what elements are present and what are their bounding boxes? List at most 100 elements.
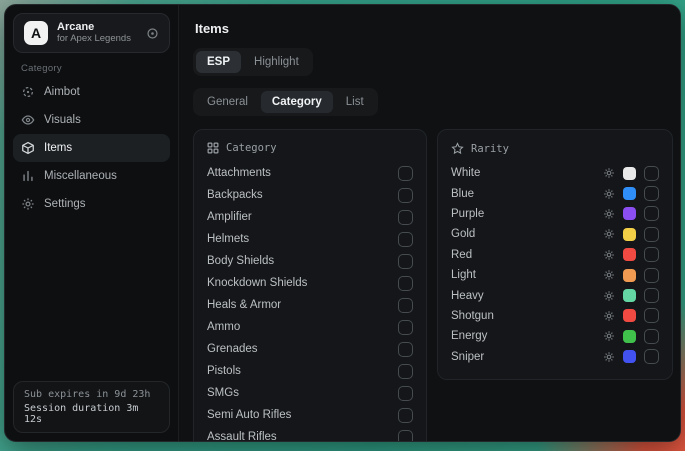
grid-icon: [207, 142, 219, 154]
tab-list[interactable]: List: [335, 91, 375, 113]
color-swatch[interactable]: [623, 269, 636, 282]
category-row-label: Backpacks: [207, 189, 398, 201]
box-icon: [21, 141, 35, 155]
rarity-row-label: Energy: [451, 330, 603, 342]
category-checkbox[interactable]: [398, 188, 413, 203]
category-row: Helmets: [207, 228, 413, 250]
sidebar-item-miscellaneous[interactable]: Miscellaneous: [13, 162, 170, 190]
rarity-checkbox[interactable]: [644, 349, 659, 364]
category-row: Amplifier: [207, 206, 413, 228]
category-checkbox[interactable]: [398, 364, 413, 379]
sidebar-item-label: Miscellaneous: [44, 170, 117, 182]
gear-small-icon[interactable]: [603, 167, 615, 179]
gear-small-icon[interactable]: [603, 228, 615, 240]
mode-button-highlight[interactable]: Highlight: [243, 51, 310, 73]
mode-button-esp[interactable]: ESP: [196, 51, 241, 73]
sidebar-item-aimbot[interactable]: Aimbot: [13, 78, 170, 106]
sub-expiry-text: Sub expires in 9d 23h: [24, 389, 159, 400]
logo-card: A Arcane for Apex Legends: [13, 13, 170, 53]
color-swatch[interactable]: [623, 228, 636, 241]
category-row-label: SMGs: [207, 387, 398, 399]
category-row: SMGs: [207, 382, 413, 404]
category-row-label: Amplifier: [207, 211, 398, 223]
page-title: Items: [195, 21, 673, 36]
app-subtitle: for Apex Legends: [57, 34, 137, 45]
rarity-checkbox[interactable]: [644, 308, 659, 323]
sidebar-item-settings[interactable]: Settings: [13, 190, 170, 218]
tab-category[interactable]: Category: [261, 91, 333, 113]
rarity-row: Purple: [451, 204, 659, 224]
color-swatch[interactable]: [623, 167, 636, 180]
sidebar-section-label: Category: [21, 63, 178, 74]
rarity-checkbox[interactable]: [644, 288, 659, 303]
app-window: A Arcane for Apex Legends Category Aimbo…: [4, 4, 681, 442]
category-row-label: Heals & Armor: [207, 299, 398, 311]
rarity-checkbox[interactable]: [644, 166, 659, 181]
rarity-row: Blue: [451, 183, 659, 203]
rarity-checkbox[interactable]: [644, 227, 659, 242]
rarity-checkbox[interactable]: [644, 329, 659, 344]
sidebar: A Arcane for Apex Legends Category Aimbo…: [5, 5, 179, 441]
rarity-checkbox[interactable]: [644, 247, 659, 262]
rarity-checkbox[interactable]: [644, 268, 659, 283]
rarity-row-label: Gold: [451, 228, 603, 240]
rarity-checkbox[interactable]: [644, 206, 659, 221]
rarity-panel: Rarity WhiteBluePurpleGoldRedLightHeavyS…: [437, 129, 673, 380]
category-panel: Category Attachments Backpacks Amplifier He…: [193, 129, 427, 442]
mode-toggle: ESPHighlight: [193, 48, 313, 76]
category-checkbox[interactable]: [398, 232, 413, 247]
category-checkbox[interactable]: [398, 298, 413, 313]
category-panel-title: Category: [226, 142, 277, 154]
category-row: Assault Rifles: [207, 426, 413, 442]
rarity-row: Light: [451, 265, 659, 285]
category-checkbox[interactable]: [398, 254, 413, 269]
rarity-row: White: [451, 163, 659, 183]
sidebar-item-visuals[interactable]: Visuals: [13, 106, 170, 134]
color-swatch[interactable]: [623, 207, 636, 220]
tab-bar: GeneralCategoryList: [193, 88, 378, 116]
sidebar-item-label: Aimbot: [44, 86, 80, 98]
color-swatch[interactable]: [623, 187, 636, 200]
sidebar-item-items[interactable]: Items: [13, 134, 170, 162]
category-row: Backpacks: [207, 184, 413, 206]
star-icon: [451, 142, 464, 155]
gear-small-icon[interactable]: [603, 188, 615, 200]
color-swatch[interactable]: [623, 309, 636, 322]
rarity-row: Shotgun: [451, 306, 659, 326]
gear-small-icon[interactable]: [603, 330, 615, 342]
category-row: Semi Auto Rifles: [207, 404, 413, 426]
category-checkbox[interactable]: [398, 166, 413, 181]
rarity-row-label: Light: [451, 269, 603, 281]
rarity-row-label: Blue: [451, 188, 603, 200]
category-checkbox[interactable]: [398, 210, 413, 225]
category-checkbox[interactable]: [398, 342, 413, 357]
rarity-row-label: Sniper: [451, 351, 603, 363]
category-checkbox[interactable]: [398, 320, 413, 335]
category-checkbox[interactable]: [398, 386, 413, 401]
sidebar-nav: Aimbot VisualsItems Miscellaneous Settings: [5, 78, 178, 218]
gear-small-icon[interactable]: [603, 269, 615, 281]
rarity-row: Heavy: [451, 285, 659, 305]
category-checkbox[interactable]: [398, 276, 413, 291]
target-icon[interactable]: [146, 27, 159, 40]
category-row: Pistols: [207, 360, 413, 382]
category-checkbox[interactable]: [398, 408, 413, 423]
color-swatch[interactable]: [623, 248, 636, 261]
gear-small-icon[interactable]: [603, 208, 615, 220]
rarity-row-label: Heavy: [451, 290, 603, 302]
rarity-row-label: Red: [451, 249, 603, 261]
color-swatch[interactable]: [623, 350, 636, 363]
gear-small-icon[interactable]: [603, 310, 615, 322]
gear-small-icon[interactable]: [603, 249, 615, 261]
category-row: Attachments: [207, 162, 413, 184]
color-swatch[interactable]: [623, 289, 636, 302]
category-checkbox[interactable]: [398, 430, 413, 443]
rarity-checkbox[interactable]: [644, 186, 659, 201]
gear-small-icon[interactable]: [603, 290, 615, 302]
gear-small-icon[interactable]: [603, 351, 615, 363]
logo-avatar: A: [24, 21, 48, 45]
tab-general[interactable]: General: [196, 91, 259, 113]
rarity-row-label: Purple: [451, 208, 603, 220]
category-row: Body Shields: [207, 250, 413, 272]
color-swatch[interactable]: [623, 330, 636, 343]
